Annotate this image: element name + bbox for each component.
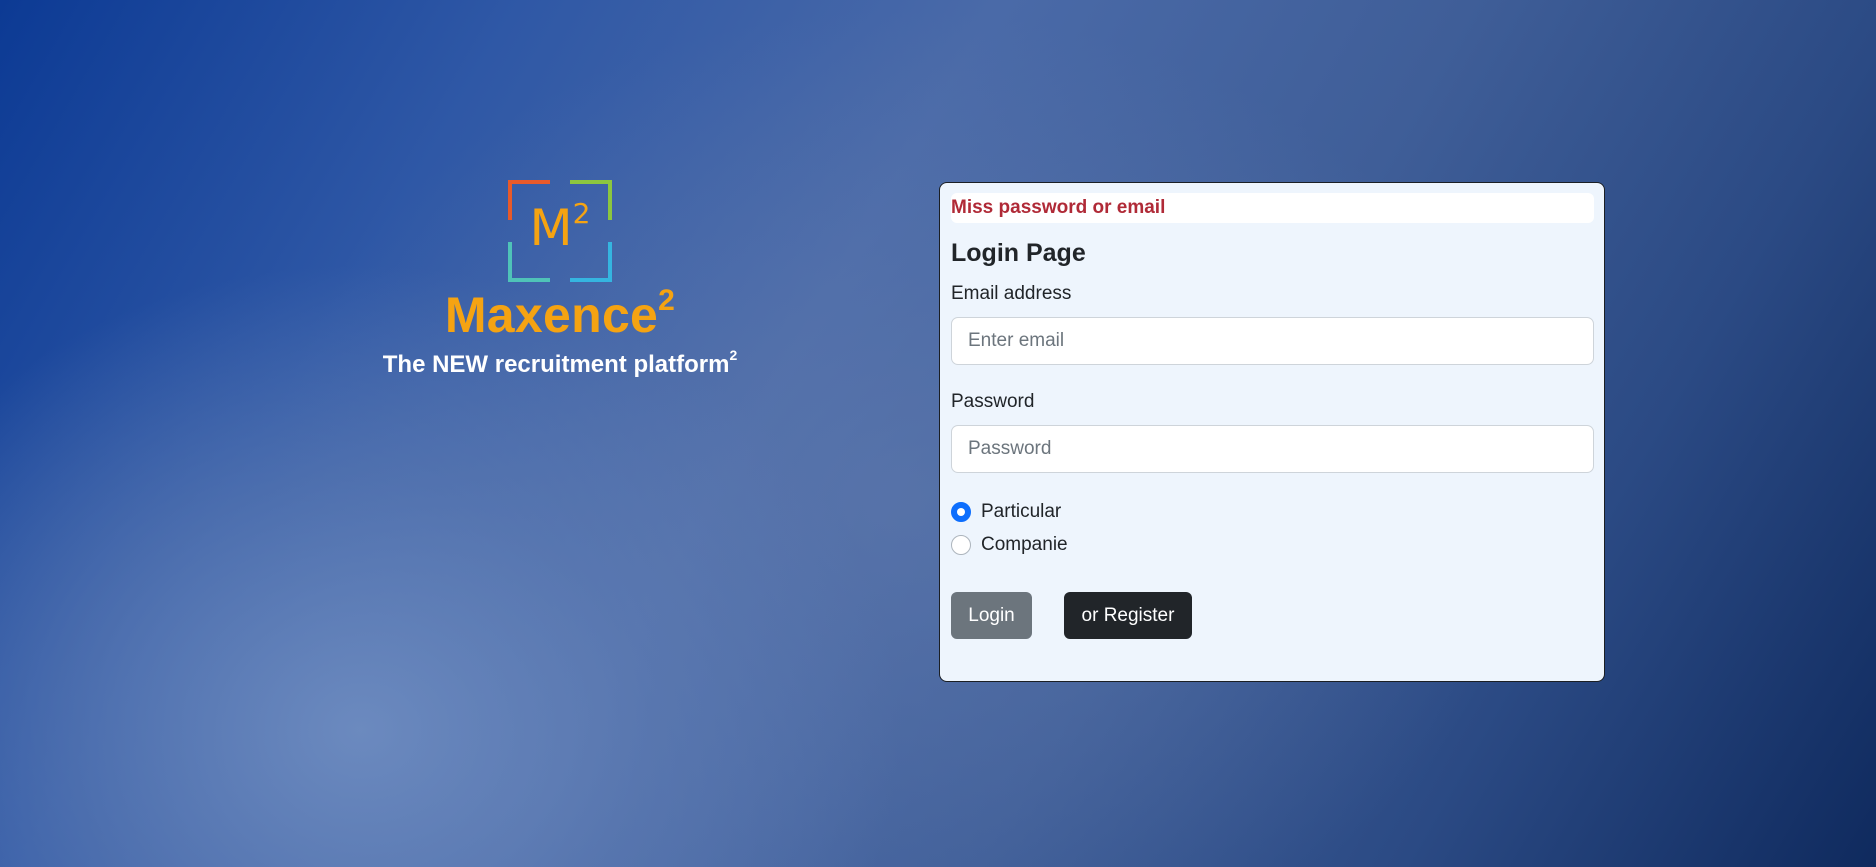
radio-option-particular[interactable]: Particular — [951, 495, 1594, 528]
radio-option-companie[interactable]: Companie — [951, 528, 1594, 561]
logo-monogram: M2 — [508, 198, 612, 258]
logo-letter: M — [529, 199, 573, 257]
tagline-text: The NEW recruitment platform — [382, 351, 730, 378]
brand-name-text: Maxence — [444, 287, 659, 343]
brand-tagline: The NEW recruitment platform2 — [360, 347, 760, 380]
account-type-group: Particular Companie — [951, 495, 1594, 561]
tagline-superscript: 2 — [729, 347, 738, 363]
register-button[interactable]: or Register — [1064, 592, 1192, 639]
password-label: Password — [951, 391, 1035, 412]
brand-name: Maxence2 — [360, 286, 760, 344]
password-field[interactable] — [951, 425, 1594, 473]
form-actions: Login or Register — [951, 592, 1594, 639]
login-card: Miss password or email Login Page Email … — [939, 182, 1605, 682]
brand-logo: M2 — [508, 180, 612, 282]
radio-particular[interactable] — [951, 501, 971, 522]
radio-label-companie: Companie — [981, 533, 1068, 555]
email-label: Email address — [951, 283, 1072, 304]
radio-companie[interactable] — [951, 534, 971, 555]
error-alert: Miss password or email — [951, 193, 1594, 223]
page-title: Login Page — [951, 239, 1086, 267]
brand-name-superscript: 2 — [658, 284, 676, 317]
radio-label-particular: Particular — [981, 500, 1062, 522]
brand-block: M2 Maxence2 The NEW recruitment platform… — [360, 180, 760, 380]
login-button[interactable]: Login — [951, 592, 1032, 639]
email-field[interactable] — [951, 317, 1594, 365]
logo-superscript: 2 — [572, 197, 591, 230]
